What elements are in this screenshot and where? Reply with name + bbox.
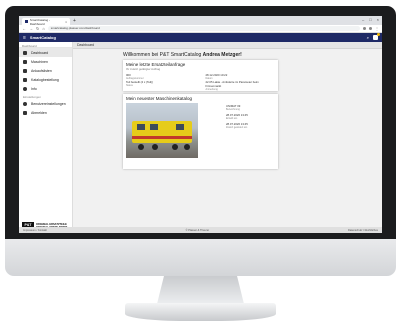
- wheel: [138, 144, 144, 150]
- extension-icon[interactable]: [363, 27, 366, 30]
- machine-red-stripe: [132, 136, 192, 139]
- sidebar-item-info[interactable]: Info: [19, 84, 72, 93]
- sidebar-item-ankaufslisten[interactable]: Ankaufslisten: [19, 66, 72, 75]
- sidebar-item-label: Ankaufslisten: [31, 68, 52, 73]
- sidebar-item-label: Dashboard: [31, 50, 49, 55]
- tab-title: SmartCatalog - Dashboard: [29, 17, 50, 26]
- cart-icon: [23, 77, 27, 82]
- sidebar: Dashboard Dashboard Maschinen Ankaufslis…: [19, 42, 73, 233]
- newest-catalog-card[interactable]: Mein neuester Maschinenkatalog UNIMAT 09: [123, 94, 278, 169]
- order-status-label: Status: [126, 84, 133, 87]
- breadcrumb: Dashboard: [73, 42, 382, 49]
- forward-icon[interactable]: →: [29, 26, 33, 31]
- browser-tab-bar: SmartCatalog - Dashboard × + – □ ×: [19, 16, 382, 26]
- sidebar-item-label: Benutzereinstellungen: [31, 101, 66, 106]
- hamburger-menu-icon[interactable]: ≡: [23, 35, 26, 41]
- app-title: SmartCatalog: [29, 35, 56, 40]
- list-icon: [23, 68, 27, 73]
- close-tab-icon[interactable]: ×: [65, 20, 67, 24]
- home-icon[interactable]: ⌂: [42, 26, 44, 31]
- monitor-stand-neck: [157, 276, 244, 304]
- profile-icon[interactable]: [369, 27, 372, 30]
- cart-badge: [377, 33, 380, 36]
- search-icon[interactable]: ⌕: [367, 35, 369, 40]
- minimize-icon[interactable]: –: [362, 17, 364, 22]
- sidebar-item-katalogbestellung[interactable]: Katalogbestellung: [19, 75, 72, 84]
- window-controls: – □ ×: [362, 17, 379, 22]
- catalog-name-label: Bezeichnung: [226, 108, 240, 111]
- card-subtitle: Ihr zuletzt getätigter Auftrag: [126, 67, 161, 71]
- browser-tab[interactable]: SmartCatalog - Dashboard ×: [22, 17, 70, 26]
- sidebar-item-benutzereinstellungen[interactable]: Benutzereinstellungen: [19, 99, 72, 108]
- machine-window: [176, 124, 184, 130]
- footer-privacy-link[interactable]: Datenschutz / Rechtliches: [348, 229, 378, 232]
- cart-icon[interactable]: [373, 33, 380, 40]
- order-note: 22.05 Lakia - Anfoderte im Parameter bei…: [205, 80, 259, 88]
- sidebar-item-label: Katalogbestellung: [31, 77, 59, 82]
- address-bar-row: ← → ↻ ⌂ smartcatalog.plasser.com/dashboa…: [19, 25, 382, 33]
- new-tab-icon[interactable]: +: [73, 18, 76, 24]
- gear-icon: [23, 101, 27, 106]
- wheel: [184, 144, 190, 150]
- track-machine: [132, 121, 192, 143]
- sidebar-item-label: Info: [31, 86, 37, 91]
- welcome-user: Andrea Metzger!: [202, 52, 242, 58]
- footer-impressum-link[interactable]: Impressum / Kontakt: [23, 229, 47, 232]
- app-header: ≡ SmartCatalog ⌕: [19, 33, 382, 42]
- footer: Impressum / Kontakt © Plasser & Theurer …: [19, 227, 382, 233]
- favicon-icon: [25, 20, 28, 23]
- dashboard-icon: [23, 50, 27, 55]
- sidebar-item-abmelden[interactable]: Abmelden: [19, 108, 72, 117]
- browser-menu-icon[interactable]: ⋮: [375, 26, 379, 31]
- catalog-details: UNIMAT 09 Bezeichnung 28.07.2020 13:45 E…: [226, 104, 248, 131]
- sidebar-item-maschinen[interactable]: Maschinen: [19, 57, 72, 66]
- catalog-created-label: Erstellt am: [226, 117, 238, 120]
- screen: SmartCatalog - Dashboard × + – □ × ← → ↻…: [19, 16, 382, 233]
- wheel: [172, 144, 178, 150]
- close-window-icon[interactable]: ×: [377, 17, 379, 22]
- order-note-label: Anmerkung: [205, 88, 218, 91]
- welcome-prefix: Willkommen bei P&T SmartCatalog: [123, 52, 202, 58]
- machine-icon: [23, 59, 27, 64]
- machine-window: [137, 124, 145, 130]
- main-content: Dashboard Willkommen bei P&T SmartCatalo…: [73, 42, 382, 233]
- sidebar-item-dashboard[interactable]: Dashboard: [19, 48, 72, 57]
- reload-icon[interactable]: ↻: [36, 26, 39, 31]
- info-icon: [23, 86, 27, 91]
- catalog-modified-label: Zuletzt geändert am: [226, 126, 248, 129]
- last-order-card[interactable]: Meine letzte Ersatzteilanfrage Ihr zulet…: [123, 60, 278, 91]
- monitor-chin: [5, 239, 396, 276]
- welcome-heading: Willkommen bei P&T SmartCatalog Andrea M…: [123, 52, 242, 58]
- logout-icon: [23, 110, 27, 115]
- footer-copyright: © Plasser & Theurer: [185, 228, 210, 232]
- monitor-stand-base: [125, 303, 276, 321]
- maximize-icon[interactable]: □: [369, 17, 371, 22]
- machine-window: [150, 124, 158, 130]
- address-input[interactable]: smartcatalog.plasser.com/dashboard: [47, 26, 360, 31]
- wheel: [152, 144, 158, 150]
- back-icon[interactable]: ←: [22, 26, 26, 31]
- sidebar-item-label: Maschinen: [31, 59, 48, 64]
- machine-photo: [126, 103, 198, 158]
- card-title: Mein neuester Maschinenkatalog: [126, 96, 193, 101]
- sidebar-item-label: Abmelden: [31, 110, 47, 115]
